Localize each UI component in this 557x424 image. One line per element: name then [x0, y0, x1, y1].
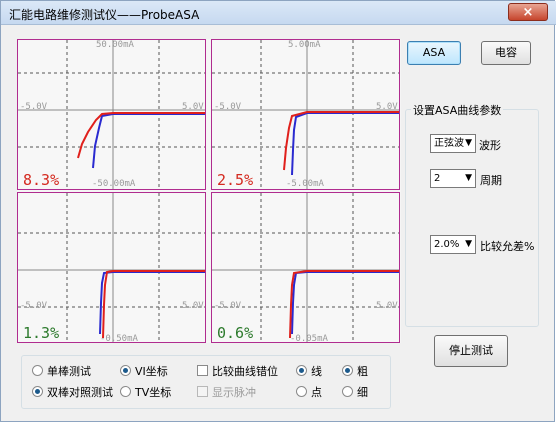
show-pulse-checkbox[interactable]	[197, 386, 208, 397]
curve-panel-3-graph	[18, 193, 205, 342]
stop-test-button[interactable]: 停止测试	[434, 335, 508, 367]
curve-panel-2: 5.00mA -5.0V 5.0V -5.00mA 2.5%	[211, 39, 400, 190]
deviation-percent: 2.5%	[217, 171, 254, 189]
tolerance-select[interactable]: 2.0% ▼	[430, 235, 476, 254]
period-select[interactable]: 2 ▼	[430, 169, 476, 188]
current-top-label: 5.00mA	[288, 40, 321, 50]
show-pulse-label: 显示脉冲	[212, 386, 256, 399]
voltage-left-label: -5.0V	[20, 102, 48, 112]
voltage-right-label: 5.0V	[376, 301, 398, 311]
curve-blue	[291, 112, 399, 176]
dot-radio[interactable]	[296, 386, 307, 397]
dot-label: 点	[311, 386, 322, 399]
tv-coord-label: TV坐标	[135, 386, 172, 399]
voltage-right-label: 5.0V	[376, 102, 398, 112]
asa-settings-title: 设置ASA曲线参数	[411, 102, 504, 118]
capacitance-button[interactable]: 电容	[481, 41, 531, 65]
vi-coord-radio[interactable]	[120, 365, 131, 376]
compare-mismatch-label: 比较曲线错位	[212, 365, 278, 378]
chevron-down-icon: ▼	[465, 173, 472, 183]
thin-label: 细	[357, 386, 368, 399]
tolerance-value: 2.0%	[434, 239, 460, 250]
waveform-value: 正弦波	[434, 138, 464, 149]
line-radio[interactable]	[296, 365, 307, 376]
main-window: 汇能电路维修测试仪——ProbeASA × 50.00mA -5.0V 5.0V…	[0, 0, 556, 422]
window-title: 汇能电路维修测试仪——ProbeASA	[9, 8, 200, 22]
curve-panel-1: 50.00mA -5.0V 5.0V -50.00mA 8.3%	[17, 39, 206, 190]
voltage-right-label: 5.0V	[182, 102, 204, 112]
curve-panel-1-graph	[18, 40, 205, 189]
voltage-right-label: 5.0V	[182, 301, 204, 311]
curve-blue	[92, 113, 205, 169]
single-test-radio[interactable]	[32, 365, 43, 376]
close-button[interactable]: ×	[508, 3, 548, 21]
thick-label: 粗	[357, 365, 368, 378]
period-value: 2	[434, 173, 441, 184]
tv-coord-radio[interactable]	[120, 386, 131, 397]
curve-red	[283, 111, 399, 171]
current-top-label: 50.00mA	[96, 40, 134, 50]
voltage-left-label: -5.0V	[214, 102, 242, 112]
curve-panel-2-graph	[212, 40, 399, 189]
vi-coord-label: VI坐标	[135, 365, 168, 378]
current-bottom-label: -0.05mA	[290, 334, 328, 343]
current-bottom-label: -50.00mA	[92, 179, 136, 189]
current-bottom-label: -5.00mA	[286, 179, 324, 189]
curve-panel-4: -5.0V 5.0V -0.05mA 0.6%	[211, 192, 400, 343]
deviation-percent: 1.3%	[23, 324, 60, 342]
thick-radio[interactable]	[342, 365, 353, 376]
thin-radio[interactable]	[342, 386, 353, 397]
voltage-left-label: -5.0V	[214, 301, 242, 311]
voltage-left-label: -5.0V	[20, 301, 48, 311]
line-label: 线	[311, 365, 322, 378]
period-label: 周期	[480, 174, 502, 187]
curve-panel-4-graph	[212, 193, 399, 342]
tolerance-label: 比较允差%	[480, 240, 535, 253]
single-test-label: 单棒测试	[47, 365, 91, 378]
waveform-select[interactable]: 正弦波 ▼	[430, 134, 476, 153]
curve-plot-area: 50.00mA -5.0V 5.0V -50.00mA 8.3% 5.00mA …	[17, 39, 401, 343]
dual-compare-radio[interactable]	[32, 386, 43, 397]
title-bar: 汇能电路维修测试仪——ProbeASA ×	[1, 1, 556, 25]
current-bottom-label: -0.50mA	[100, 334, 138, 343]
chevron-down-icon: ▼	[465, 239, 472, 249]
curve-panel-3: -5.0V 5.0V -0.50mA 1.3%	[17, 192, 206, 343]
waveform-label: 波形	[479, 139, 501, 152]
asa-button[interactable]: ASA	[407, 41, 461, 65]
dual-compare-label: 双棒对照测试	[47, 386, 113, 399]
chevron-down-icon: ▼	[465, 138, 472, 148]
compare-mismatch-checkbox[interactable]	[197, 365, 208, 376]
deviation-percent: 8.3%	[23, 171, 60, 189]
deviation-percent: 0.6%	[217, 324, 254, 342]
